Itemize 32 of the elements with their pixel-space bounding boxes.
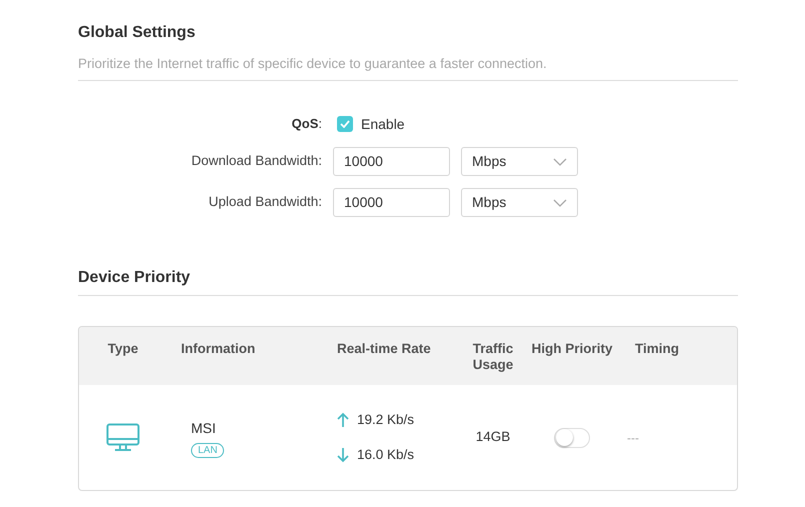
colon: : — [318, 115, 322, 134]
field-label: Upload Bandwidth: — [208, 193, 322, 212]
arrow-down-icon — [337, 446, 349, 463]
enable-label: Enable — [361, 114, 405, 134]
chevron-down-icon — [553, 158, 567, 166]
section-description: Prioritize the Internet traffic of specific device to guarantee a faster connection. — [78, 55, 548, 73]
column-header: Type — [108, 341, 138, 357]
arrow-up-icon — [337, 412, 349, 428]
upload-rate: 19.2 Kb/s — [357, 411, 414, 430]
column-header: High Priority — [531, 341, 612, 357]
field-label: Download Bandwidth: — [190, 152, 322, 170]
check-icon — [340, 120, 350, 128]
connection-tag: LAN — [191, 442, 224, 458]
download-rate: 16.0 Kb/s — [357, 446, 414, 464]
column-header: Timing — [635, 341, 680, 357]
device-name: MSI — [191, 418, 216, 438]
priority-toggle[interactable] — [554, 428, 590, 448]
column-header: Information — [181, 341, 256, 357]
column-header: Traffic Usage — [472, 341, 514, 373]
section-title: Global Settings — [78, 23, 196, 43]
section-title: Device Priority — [78, 268, 192, 288]
traffic-usage: 14GB — [476, 428, 510, 446]
bandwidth-field[interactable]: 10000 — [333, 188, 450, 217]
chevron-down-icon — [553, 198, 567, 206]
timing-value: --- — [627, 430, 639, 446]
bandwidth-field[interactable]: 10000 — [333, 147, 450, 176]
enable-checkbox[interactable] — [337, 116, 353, 132]
column-header: Real-time Rate — [337, 341, 431, 357]
unit-dropdown[interactable]: Mbps — [461, 188, 578, 217]
monitor-icon — [106, 422, 140, 452]
qos-label: QoS — [292, 115, 318, 134]
unit-dropdown[interactable]: Mbps — [461, 147, 578, 176]
